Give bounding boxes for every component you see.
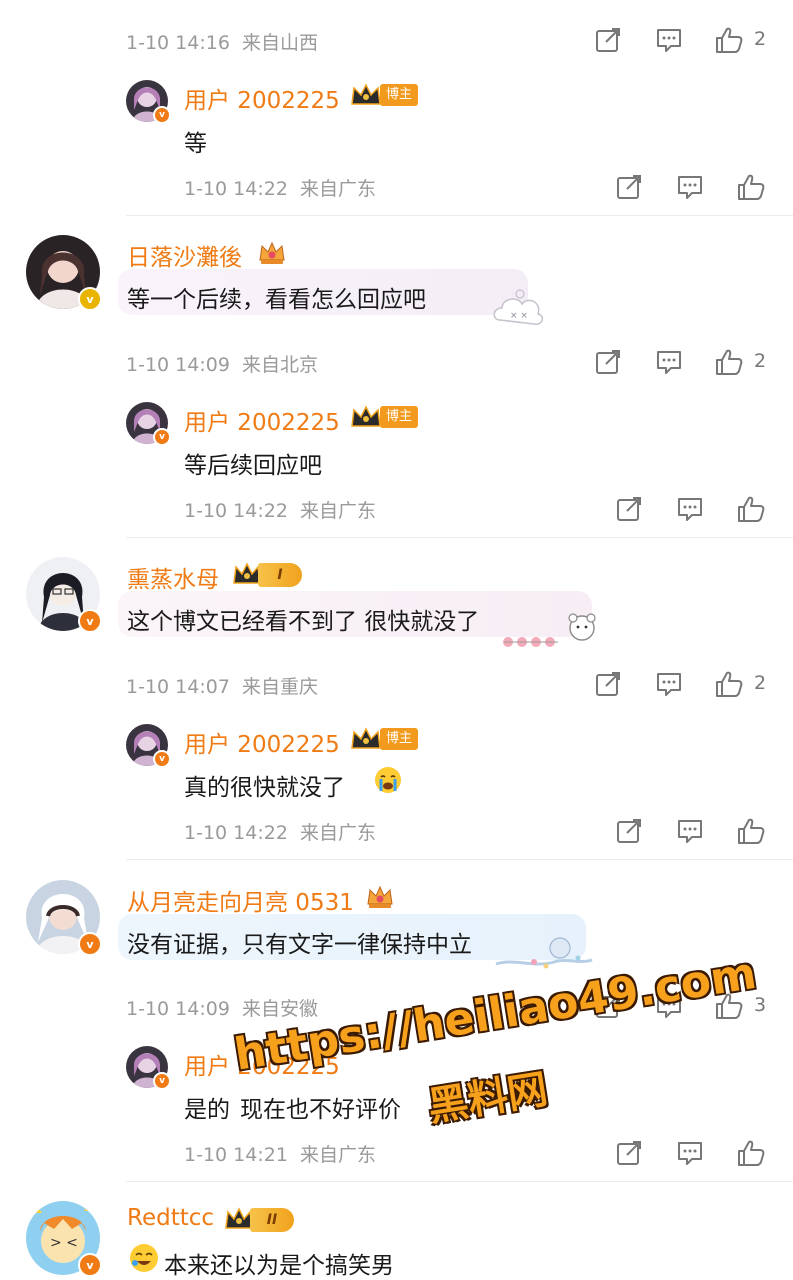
reply-time: 1-10 14:22 (184, 500, 288, 522)
gem-crown-icon (258, 240, 286, 270)
like-icon[interactable] (736, 1138, 766, 1168)
reply-time: 1-10 14:21 (184, 1144, 288, 1166)
comment-time: 1-10 14:07 (126, 676, 230, 698)
like-icon[interactable] (736, 816, 766, 846)
like-count: 2 (754, 28, 767, 50)
comment-text: 本来还以为是个搞笑男 (164, 1253, 394, 1279)
comment-icon[interactable] (654, 347, 684, 377)
moon-sticker-icon (494, 934, 594, 976)
crown-icon (350, 726, 382, 756)
divider (126, 215, 793, 216)
share-icon[interactable] (614, 494, 644, 524)
comment-icon[interactable] (675, 494, 705, 524)
comment-meta: 1-10 14:09 来自安徽 (126, 994, 318, 1021)
divider (126, 859, 793, 860)
like-icon[interactable] (714, 669, 744, 699)
share-icon[interactable] (593, 25, 623, 55)
svg-text:> <: > < (50, 1235, 78, 1251)
blogger-badge: 博主 (380, 84, 419, 106)
verified-badge-icon: v (153, 428, 171, 446)
cloud-sticker-icon: × × (490, 288, 546, 334)
blogger-badge: 博主 (380, 728, 419, 750)
verified-badge-icon: v (78, 609, 102, 633)
divider (126, 1181, 793, 1182)
comment-text: 等一个后续，看看怎么回应吧 (127, 287, 426, 313)
comment-username[interactable]: Redttcc (127, 1205, 214, 1231)
comment-meta: 1-10 14:16 来自山西 (126, 28, 318, 55)
watermark-site-name: 黑料网 (425, 1066, 551, 1131)
like-icon[interactable] (714, 25, 744, 55)
share-icon[interactable] (614, 172, 644, 202)
reply-username[interactable]: 用户 2002225 (184, 81, 340, 115)
comment-meta: 1-10 14:07 来自重庆 (126, 672, 318, 699)
verified-badge-icon: v (78, 287, 102, 311)
comment-icon[interactable] (654, 25, 684, 55)
comment-username[interactable]: 从月亮走向月亮 0531 (127, 883, 354, 917)
like-icon[interactable] (736, 172, 766, 202)
like-count: 2 (754, 672, 767, 694)
verified-badge-icon: v (78, 932, 102, 956)
share-icon[interactable] (593, 347, 623, 377)
reply-text: 等 (184, 131, 207, 157)
reply-text: 等后续回应吧 (184, 453, 322, 479)
like-icon[interactable] (714, 347, 744, 377)
laughing-emoji-icon (128, 1242, 160, 1278)
share-icon[interactable] (593, 669, 623, 699)
comment-time: 1-10 14:09 (126, 354, 230, 376)
share-icon[interactable] (614, 816, 644, 846)
gem-crown-icon (366, 884, 394, 914)
reply-location: 来自广东 (299, 178, 376, 200)
comment-username[interactable]: 日落沙灘後 (127, 238, 242, 272)
svg-text:× ×: × × (510, 311, 528, 321)
comment-location: 来自安徽 (241, 998, 318, 1020)
comment-location: 来自重庆 (241, 676, 318, 698)
reply-meta: 1-10 14:21 来自广东 (184, 1140, 376, 1167)
crown-icon (350, 82, 382, 112)
comment-time: 1-10 14:09 (126, 998, 230, 1020)
like-icon[interactable] (736, 494, 766, 524)
bear-sticker-icon (500, 612, 602, 656)
crown-icon (350, 404, 382, 434)
reply-username[interactable]: 用户 2002225 (184, 725, 340, 759)
comment-icon[interactable] (675, 172, 705, 202)
rank-badge: I (258, 563, 302, 587)
comment-username[interactable]: 熏蒸水母 (127, 560, 219, 594)
verified-badge-icon: v (153, 106, 171, 124)
like-count: 2 (754, 350, 767, 372)
comment-meta: 1-10 14:09 来自北京 (126, 350, 318, 377)
reply-location: 来自广东 (299, 822, 376, 844)
rank-badge: II (250, 1208, 294, 1232)
comment-text: 没有证据，只有文字一律保持中立 (127, 932, 472, 958)
comment-time: 1-10 14:16 (126, 32, 230, 54)
share-icon[interactable] (614, 1138, 644, 1168)
reply-time: 1-10 14:22 (184, 178, 288, 200)
verified-badge-icon: v (78, 1253, 102, 1277)
reply-text-continued: 现在也不好评价 (240, 1097, 401, 1123)
reply-location: 来自广东 (299, 500, 376, 522)
verified-badge-icon: v (153, 1072, 171, 1090)
comment-location: 来自山西 (241, 32, 318, 54)
comment-icon[interactable] (654, 669, 684, 699)
reply-meta: 1-10 14:22 来自广东 (184, 818, 376, 845)
reply-meta: 1-10 14:22 来自广东 (184, 174, 376, 201)
comment-icon[interactable] (675, 816, 705, 846)
comment-icon[interactable] (675, 1138, 705, 1168)
reply-text: 是的 (184, 1097, 230, 1123)
verified-badge-icon: v (153, 750, 171, 768)
reply-time: 1-10 14:22 (184, 822, 288, 844)
comment-text: 这个博文已经看不到了 很快就没了 (127, 609, 480, 635)
reply-text: 真的很快就没了 (184, 775, 345, 801)
reply-username[interactable]: 用户 2002225 (184, 403, 340, 437)
crying-emoji-icon (373, 765, 403, 799)
comment-location: 来自北京 (241, 354, 318, 376)
reply-location: 来自广东 (299, 1144, 376, 1166)
blogger-badge: 博主 (380, 406, 419, 428)
reply-meta: 1-10 14:22 来自广东 (184, 496, 376, 523)
divider (126, 537, 793, 538)
